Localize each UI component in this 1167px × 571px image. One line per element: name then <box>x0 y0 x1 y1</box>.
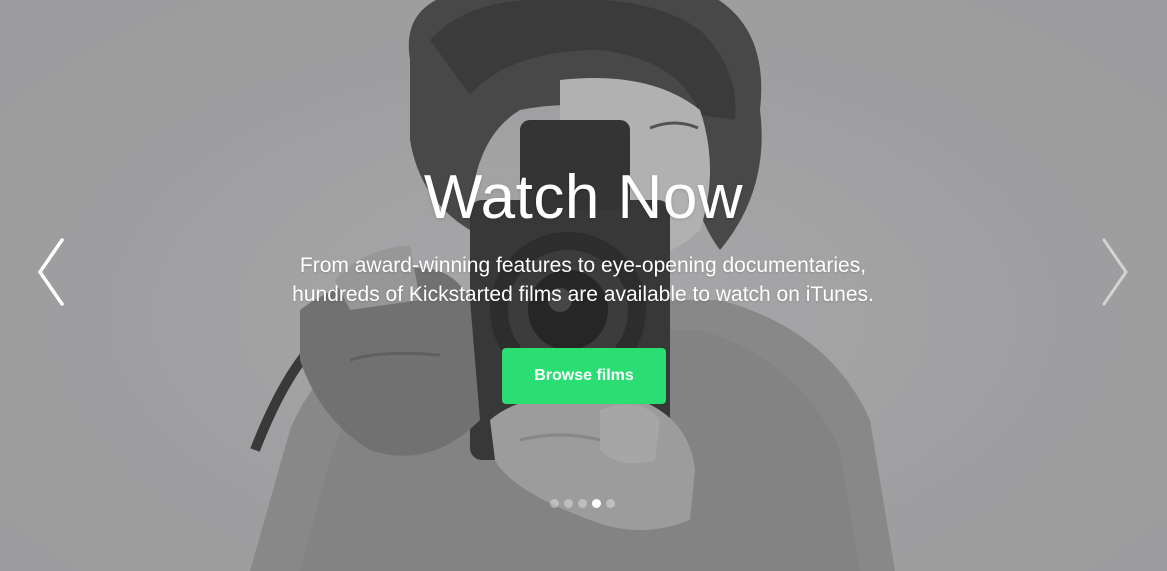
carousel-dot-5[interactable] <box>606 499 615 508</box>
hero-subtitle: From award-winning features to eye-openi… <box>233 251 933 309</box>
chevron-right-icon <box>1102 238 1128 306</box>
hero-title: Watch Now <box>423 163 744 232</box>
hero-subtitle-line-2: hundreds of Kickstarted films are availa… <box>292 283 874 306</box>
carousel-prev-button[interactable] <box>32 238 68 306</box>
carousel-dot-1[interactable] <box>550 499 559 508</box>
carousel-next-button[interactable] <box>1098 238 1134 306</box>
carousel-dot-3[interactable] <box>578 499 587 508</box>
chevron-left-icon <box>38 238 64 306</box>
carousel-dot-4[interactable] <box>592 499 601 508</box>
carousel-dot-2[interactable] <box>564 499 573 508</box>
hero-carousel: Watch Now From award-winning features to… <box>0 0 1167 571</box>
carousel-pagination <box>550 499 615 509</box>
hero-subtitle-line-1: From award-winning features to eye-openi… <box>299 254 867 277</box>
browse-films-button[interactable]: Browse films <box>502 348 666 404</box>
